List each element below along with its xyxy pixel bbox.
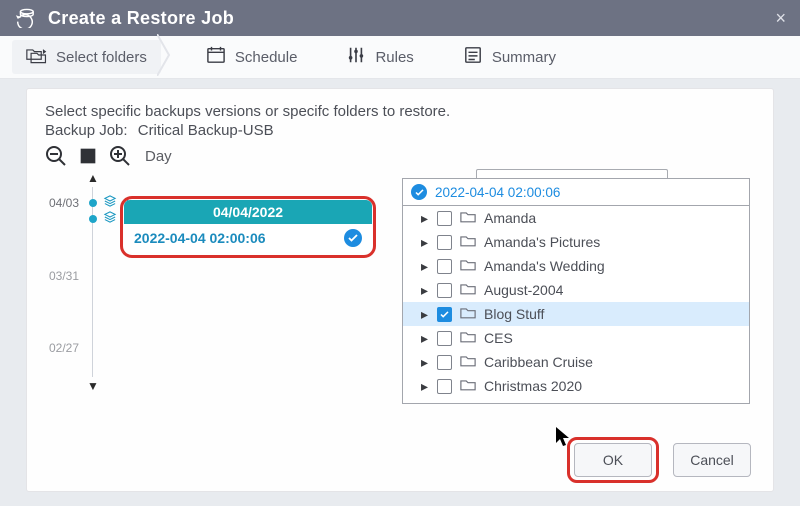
folder-icon — [460, 306, 476, 322]
timeline-selection-timestamp: 2022-04-04 02:00:06 — [134, 230, 266, 246]
caret-right-icon[interactable]: ▸ — [421, 234, 429, 251]
folder-tree-header[interactable]: 2022-04-04 02:00:06 — [403, 179, 749, 206]
folder-icon — [460, 354, 476, 370]
tick-dot-icon — [89, 199, 97, 207]
timeline-tick[interactable]: 04/03 1 — [49, 195, 131, 210]
folder-name: Amanda's Pictures — [484, 234, 600, 250]
folder-tree-item[interactable]: ▸ August-2004 — [403, 278, 749, 302]
caret-right-icon[interactable]: ▸ — [421, 306, 429, 323]
checkbox[interactable] — [437, 211, 452, 226]
checkbox[interactable] — [437, 259, 452, 274]
backup-job-name: Critical Backup-USB — [138, 122, 274, 139]
folder-icon — [460, 258, 476, 274]
folder-tree-item[interactable]: ▸ Caribbean Cruise — [403, 350, 749, 374]
folder-icon — [460, 378, 476, 394]
checkbox[interactable] — [437, 355, 452, 370]
folder-icon — [460, 282, 476, 298]
timeline-selection-row[interactable]: 2022-04-04 02:00:06 — [124, 224, 372, 252]
folder-tree-item[interactable]: ▸ Blog Stuff — [403, 302, 749, 326]
timeline-selection-highlight: 04/04/2022 2022-04-04 02:00:06 — [120, 196, 376, 258]
check-circle-icon — [411, 184, 427, 200]
button-label: OK — [603, 452, 623, 468]
timeline[interactable]: ▲ 04/03 1 1 03/31 — [45, 173, 129, 389]
folder-tree-header-text: 2022-04-04 02:00:06 — [435, 185, 560, 200]
folder-name: August-2004 — [484, 282, 563, 298]
checkbox[interactable] — [437, 331, 452, 346]
backup-job-label: Backup Job: — [45, 122, 128, 139]
step-label: Summary — [492, 49, 556, 66]
timeline-selection-date: 04/04/2022 — [124, 200, 372, 224]
zoom-out-icon[interactable] — [45, 145, 67, 167]
caret-right-icon[interactable]: ▸ — [421, 354, 429, 371]
step-rules[interactable]: Rules — [331, 40, 427, 74]
wizard-steps: Select folders Schedule Rules Summary — [0, 36, 800, 79]
check-circle-icon — [344, 229, 362, 247]
caret-right-icon[interactable]: ▸ — [421, 210, 429, 227]
calendar-icon — [205, 46, 227, 68]
tick-label: 04/03 — [49, 196, 83, 210]
zoom-in-icon[interactable] — [109, 145, 131, 167]
caret-right-icon[interactable]: ▸ — [421, 282, 429, 299]
summary-icon — [462, 46, 484, 68]
folder-name: Christmas 2020 — [484, 378, 582, 394]
step-select-folders[interactable]: Select folders — [12, 40, 161, 74]
checkbox[interactable] — [437, 307, 452, 322]
titlebar: Create a Restore Job × — [0, 0, 800, 36]
folder-name: Blog Stuff — [484, 306, 544, 322]
dialog-footer: OK Cancel — [27, 437, 773, 483]
step-label: Schedule — [235, 49, 298, 66]
checkbox[interactable] — [437, 283, 452, 298]
folder-icon — [460, 330, 476, 346]
dialog-title: Create a Restore Job — [48, 8, 234, 29]
scroll-down-icon[interactable]: ▼ — [87, 379, 99, 393]
folder-tree-item[interactable]: ▸ Amanda — [403, 206, 749, 230]
folder-tree-item[interactable]: ▸ Amanda's Pictures — [403, 230, 749, 254]
button-label: Cancel — [690, 452, 734, 468]
ok-button-highlight: OK — [567, 437, 659, 483]
folder-name: Amanda's Wedding — [484, 258, 605, 274]
tick-dot-icon — [89, 215, 97, 223]
stack-icon — [103, 195, 117, 210]
checkbox[interactable] — [437, 379, 452, 394]
timeline-tick[interactable]: 1 — [49, 211, 131, 226]
folder-name: CES — [484, 330, 513, 346]
folder-tree-list: ▸ Amanda ▸ Amanda's Pictures ▸ Amanda's Weddi… — [403, 206, 749, 398]
folder-tree-panel: 2022-04-04 02:00:06 ▸ Amanda ▸ Amanda's Pic… — [402, 178, 750, 404]
sliders-icon — [345, 46, 367, 68]
folder-name: Caribbean Cruise — [484, 354, 593, 370]
folder-tree-item[interactable]: ▸ Christmas 2020 — [403, 374, 749, 398]
folder-icon — [460, 210, 476, 226]
tick-label-faint: 03/31 — [49, 269, 79, 283]
folder-tree-item[interactable]: ▸ CES — [403, 326, 749, 350]
folder-icon — [460, 234, 476, 250]
folder-tree-item[interactable]: ▸ Amanda's Wedding — [403, 254, 749, 278]
step-label: Rules — [375, 49, 413, 66]
ok-button[interactable]: OK — [574, 443, 652, 477]
instruction-text: Select specific backups versions or spec… — [45, 103, 755, 120]
caret-right-icon[interactable]: ▸ — [421, 330, 429, 347]
restore-job-icon — [14, 8, 36, 28]
step-label: Select folders — [56, 49, 147, 66]
step-summary[interactable]: Summary — [448, 40, 570, 74]
step-schedule[interactable]: Schedule — [191, 40, 312, 74]
close-icon[interactable]: × — [775, 9, 786, 27]
folders-icon — [26, 46, 48, 68]
caret-right-icon[interactable]: ▸ — [421, 258, 429, 275]
checkbox[interactable] — [437, 235, 452, 250]
backup-job-line: Backup Job: Critical Backup-USB — [45, 122, 755, 139]
zoom-label: Day — [145, 148, 172, 165]
scroll-up-icon[interactable]: ▲ — [87, 171, 99, 185]
zoom-controls: Day — [45, 145, 755, 167]
stack-icon — [103, 211, 117, 226]
tick-label-faint: 02/27 — [49, 341, 79, 355]
folder-name: Amanda — [484, 210, 536, 226]
step-arrow-icon — [157, 34, 171, 80]
cancel-button[interactable]: Cancel — [673, 443, 751, 477]
zoom-reset-icon[interactable] — [77, 145, 99, 167]
caret-right-icon[interactable]: ▸ — [421, 378, 429, 395]
mouse-cursor-icon — [555, 426, 573, 453]
